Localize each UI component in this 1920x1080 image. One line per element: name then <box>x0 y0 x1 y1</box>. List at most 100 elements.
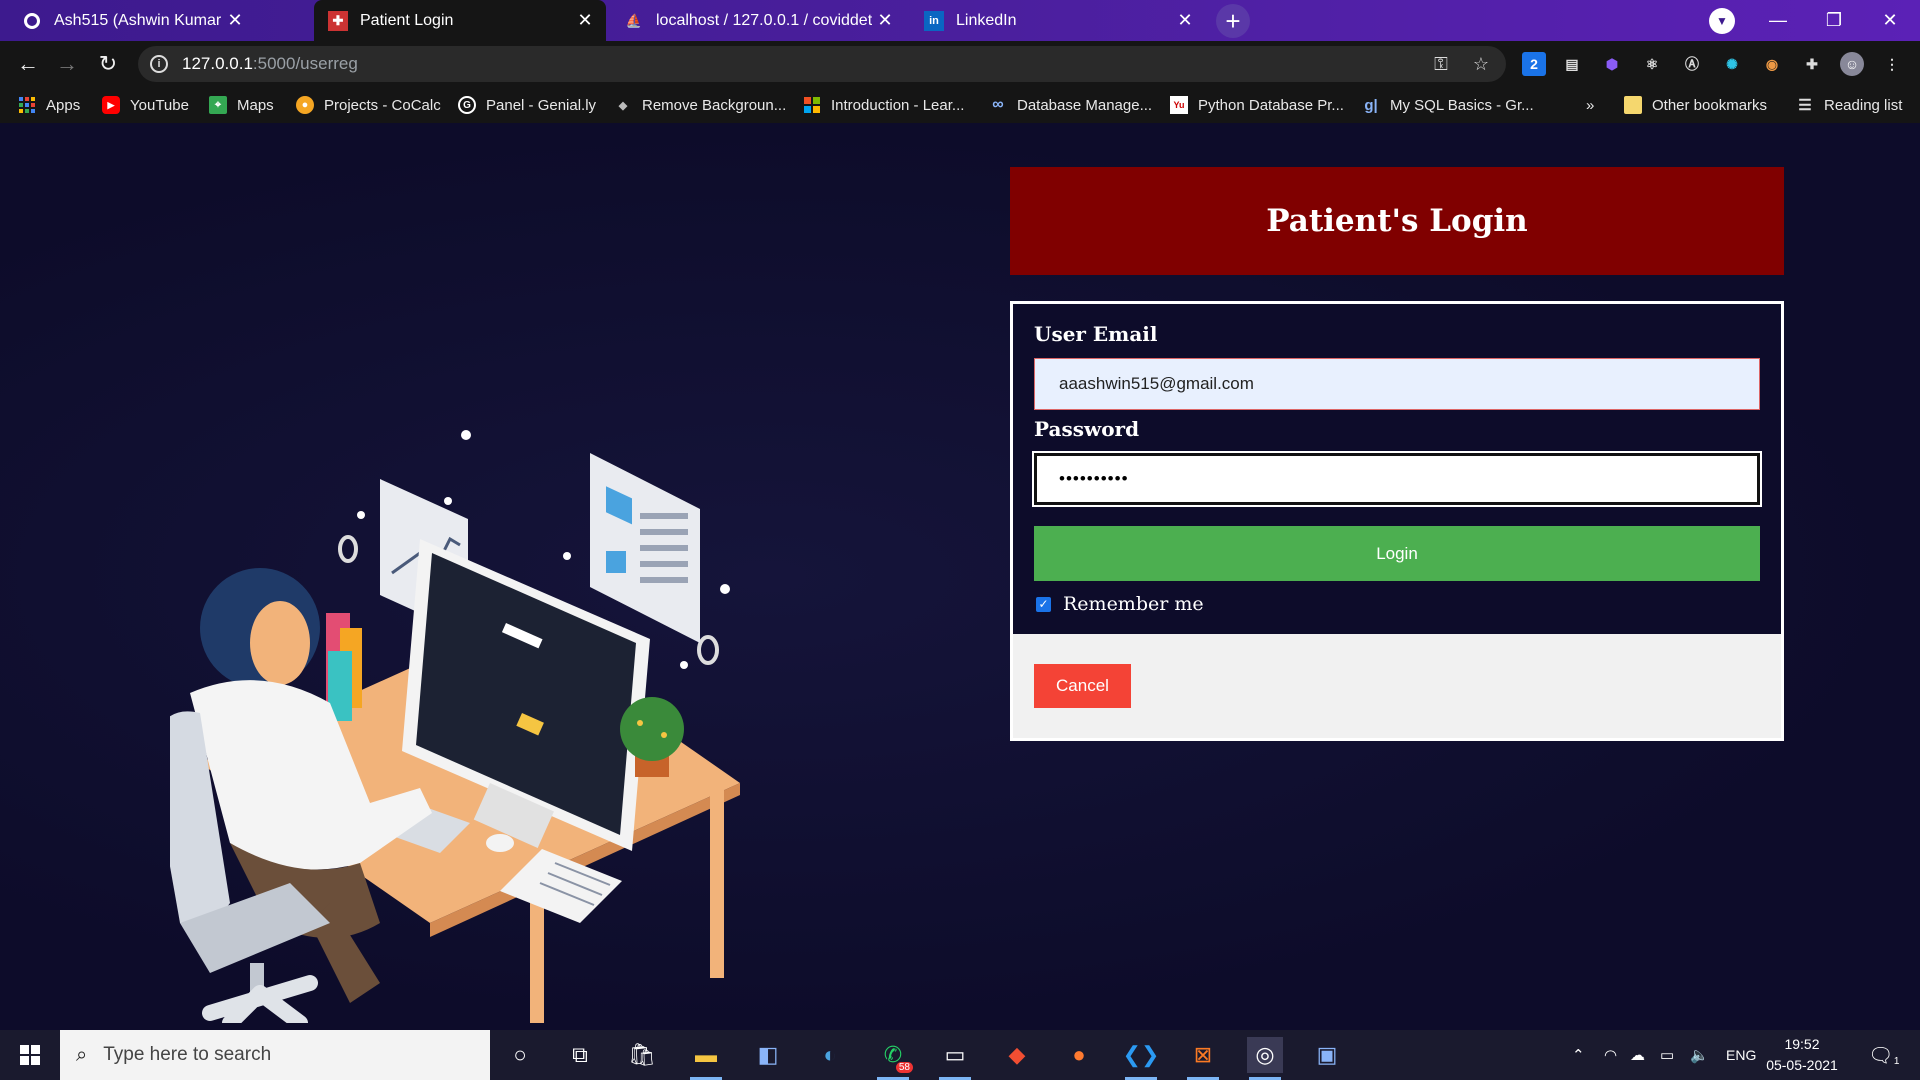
task-view-icon[interactable]: ⧉ <box>562 1037 598 1073</box>
extension-color-icon[interactable]: ◉ <box>1760 52 1784 76</box>
bookmark-label: Remove Backgroun... <box>642 96 787 114</box>
address-bar[interactable]: i 127.0.0.1:5000/userreg ⚿ ☆ <box>138 46 1506 82</box>
pdf-icon: Yu <box>1170 96 1188 114</box>
store-icon[interactable]: 🛍 <box>624 1037 660 1073</box>
close-window-button[interactable]: ✕ <box>1862 0 1918 41</box>
password-field[interactable]: •••••••••• <box>1032 451 1762 507</box>
forward-icon[interactable]: → <box>53 50 81 78</box>
key-icon[interactable]: ⚿ <box>1430 53 1452 75</box>
close-tab-icon[interactable]: ✕ <box>1172 10 1198 31</box>
profile-avatar[interactable]: ☺ <box>1840 52 1864 76</box>
new-tab-button[interactable]: + <box>1216 4 1250 38</box>
genially-icon: G <box>458 96 476 114</box>
notes-app-icon[interactable]: ◧ <box>750 1037 786 1073</box>
bookmark-label: Database Manage... <box>1017 96 1153 114</box>
tray-chevron-icon[interactable]: ⌃ <box>1572 1030 1585 1080</box>
whatsapp-icon[interactable]: ✆ 58 <box>875 1037 913 1080</box>
bookmarks-bar: Apps ▶ YouTube ⌖ Maps ● Projects - CoCal… <box>0 87 1920 123</box>
vscode-icon[interactable]: ❮❯ <box>1123 1037 1159 1080</box>
extension-window-icon[interactable]: ▤ <box>1560 52 1584 76</box>
youtube-icon: ▶ <box>102 96 120 114</box>
linkedin-icon: in <box>924 10 944 31</box>
tab-title: localhost / 127.0.0.1 / coviddetec <box>656 11 872 29</box>
bookmark-cocalc[interactable]: ● Projects - CoCalc <box>296 87 441 123</box>
file-explorer-icon[interactable]: ▬ <box>688 1037 724 1080</box>
bookmark-label: Other bookmarks <box>1652 96 1768 114</box>
bookmark-mysql-basics[interactable]: g| My SQL Basics - Gr... <box>1362 87 1533 123</box>
bookmark-apps[interactable]: Apps <box>18 87 80 123</box>
bookmark-removebg[interactable]: ◆ Remove Backgroun... <box>614 87 786 123</box>
close-tab-icon[interactable]: ✕ <box>222 10 248 31</box>
chrome-icon[interactable]: ◎ <box>1247 1037 1283 1080</box>
email-field[interactable]: aaashwin515@gmail.com <box>1034 358 1760 410</box>
bookmark-other[interactable]: Other bookmarks <box>1624 87 1767 123</box>
cortana-icon[interactable]: ○ <box>502 1037 538 1073</box>
volume-icon[interactable]: 🔈 <box>1690 1030 1709 1080</box>
wifi-icon[interactable]: ◠ <box>1604 1030 1617 1080</box>
tab-linkedin[interactable]: in LinkedIn ✕ <box>910 0 1206 41</box>
bookmark-label: Panel - Genial.ly <box>486 96 597 114</box>
extension-hex-icon[interactable]: ⬢ <box>1600 52 1624 76</box>
extension-counter-icon[interactable]: 2 <box>1522 52 1546 76</box>
clock-time: 19:52 <box>1784 1036 1820 1052</box>
page-title: Patient's Login <box>1266 203 1528 239</box>
git-icon[interactable]: ◆ <box>999 1037 1035 1073</box>
bookmark-label: Projects - CoCalc <box>324 96 441 114</box>
tab-title: Patient Login <box>360 11 454 29</box>
removebg-icon: ◆ <box>618 99 628 112</box>
bookmark-python-db[interactable]: Yu Python Database Pr... <box>1170 87 1344 123</box>
whatsapp-badge: 58 <box>895 1062 913 1073</box>
language-indicator[interactable]: ENG <box>1726 1030 1756 1080</box>
tab-github[interactable]: Ash515 (Ashwin Kumar Ramaswa ✕ <box>8 0 256 41</box>
remote-desktop-icon[interactable]: ▣ <box>1309 1037 1345 1073</box>
system-clock[interactable]: 19:52 05-05-2021 <box>1762 1034 1842 1076</box>
clock-date: 05-05-2021 <box>1766 1057 1838 1073</box>
terminal-icon[interactable]: ▭ <box>937 1037 973 1080</box>
bookmark-maps[interactable]: ⌖ Maps <box>209 87 274 123</box>
react-devtools-icon[interactable]: ⚛ <box>1640 52 1664 76</box>
bookmark-database-manage[interactable]: ∞ Database Manage... <box>989 87 1152 123</box>
taskbar-search[interactable]: ⌕ Type here to search <box>60 1030 490 1080</box>
menu-kebab-icon[interactable]: ⋮ <box>1880 52 1904 76</box>
postman-icon[interactable]: ● <box>1061 1037 1097 1073</box>
back-icon[interactable]: ← <box>14 50 42 78</box>
login-form: User Email aaashwin515@gmail.com Passwor… <box>1010 301 1784 741</box>
browser-toolbar: ← → ↻ i 127.0.0.1:5000/userreg ⚿ ☆ 2 ▤ ⬢… <box>0 41 1920 87</box>
page-content: Patient's Login User Email aaashwin515@g… <box>0 123 1920 1030</box>
battery-icon[interactable]: ▭ <box>1660 1030 1674 1080</box>
bookmarks-overflow-button[interactable]: » <box>1586 87 1594 123</box>
github-icon <box>22 11 42 31</box>
windows-start-button[interactable] <box>0 1030 60 1080</box>
maps-icon: ⌖ <box>209 96 227 114</box>
bookmark-star-icon[interactable]: ☆ <box>1470 53 1492 75</box>
xampp-icon[interactable]: ⊠ <box>1185 1037 1221 1080</box>
notification-center-icon[interactable]: 🗨 1 <box>1868 1030 1899 1080</box>
folder-icon <box>1624 96 1642 114</box>
cancel-container: Cancel <box>1013 634 1781 738</box>
extensions-puzzle-icon[interactable]: ✚ <box>1800 52 1824 76</box>
login-button[interactable]: Login <box>1034 526 1760 581</box>
tab-phpmyadmin[interactable]: ⛵ localhost / 127.0.0.1 / coviddetec ✕ <box>610 0 906 41</box>
bookmark-genially[interactable]: G Panel - Genial.ly <box>458 87 596 123</box>
tab-search-icon[interactable]: ▼ <box>1709 8 1735 34</box>
close-tab-icon[interactable]: ✕ <box>572 10 598 31</box>
url-text[interactable]: 127.0.0.1:5000/userreg <box>182 54 358 74</box>
bookmark-youtube[interactable]: ▶ YouTube <box>102 87 189 123</box>
restore-button[interactable]: ❐ <box>1806 0 1862 41</box>
reload-icon[interactable]: ↻ <box>94 50 122 78</box>
bookmark-label: Python Database Pr... <box>1198 96 1344 114</box>
tab-patient-login[interactable]: ✚ Patient Login ✕ <box>314 0 606 41</box>
bookmark-reading-list[interactable]: ☰ Reading list <box>1796 87 1902 123</box>
gfg-icon: g| <box>1364 96 1378 114</box>
extension-gear-icon[interactable]: ✺ <box>1720 52 1744 76</box>
minimize-button[interactable]: — <box>1750 0 1806 41</box>
bookmark-microsoft-learn[interactable]: Introduction - Lear... <box>803 87 964 123</box>
cloud-icon[interactable]: ☁ <box>1630 1030 1645 1080</box>
extension-a-icon[interactable]: Ⓐ <box>1680 52 1704 76</box>
paint-app-icon[interactable]: ◐ <box>812 1037 848 1073</box>
remember-me-row[interactable]: ✓ Remember me <box>1036 593 1204 615</box>
site-info-icon[interactable]: i <box>150 55 168 73</box>
cancel-button[interactable]: Cancel <box>1034 664 1131 708</box>
remember-me-checkbox[interactable]: ✓ <box>1036 596 1051 612</box>
close-tab-icon[interactable]: ✕ <box>872 10 898 31</box>
